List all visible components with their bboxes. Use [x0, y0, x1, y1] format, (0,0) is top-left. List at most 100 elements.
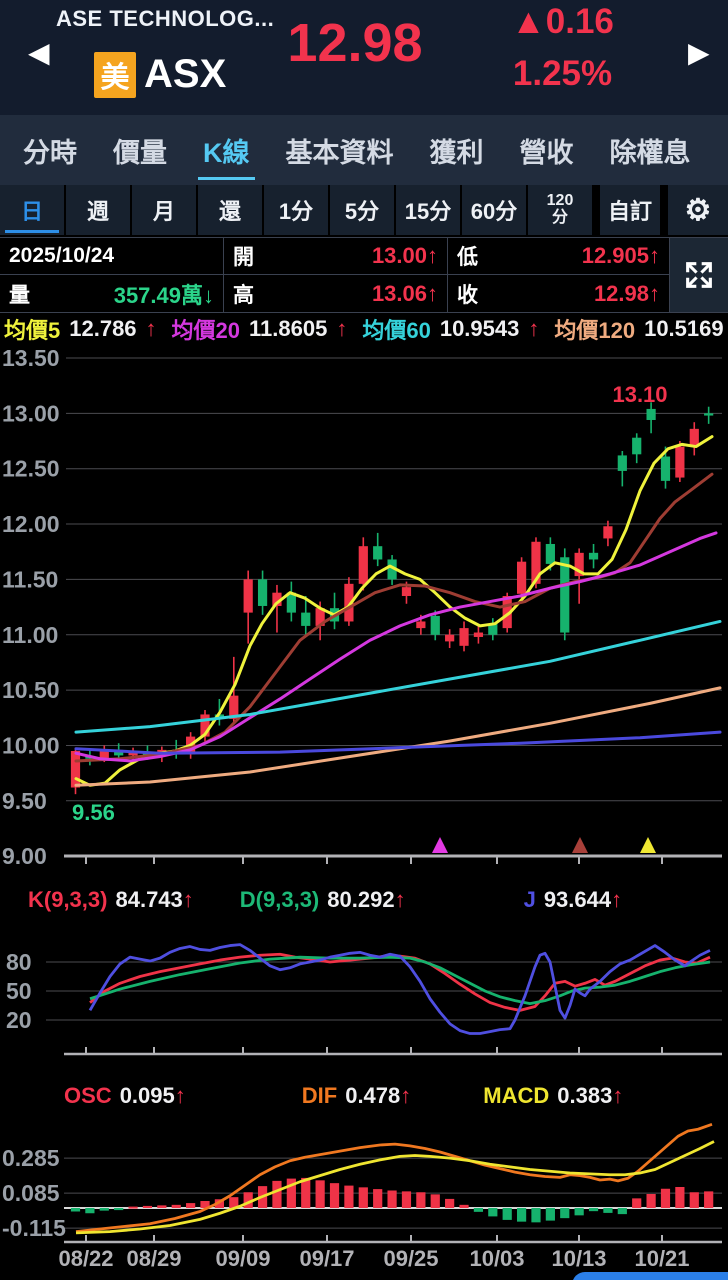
- macd-value: 0.383↑: [557, 1083, 624, 1108]
- kd-legend: K(9,3,3) 84.743↑ D(9,3,3) 80.292↑ J 93.6…: [0, 884, 728, 916]
- d-label: D(9,3,3): [239, 887, 320, 912]
- stock-app: ◀ ASE TECHNOLOG... 美 ASX 12.98 ▲0.16 1.2…: [0, 0, 728, 1280]
- high-label: 高: [233, 283, 254, 307]
- svg-text:13.50: 13.50: [2, 345, 60, 371]
- price-change: ▲0.16: [511, 2, 614, 41]
- ticker-name: ASE TECHNOLOG...: [56, 6, 275, 31]
- osc-label: OSC: [64, 1083, 112, 1108]
- period-120-sub: 分: [551, 209, 568, 226]
- k-value: 84.743↑: [115, 887, 194, 912]
- svg-text:09/09: 09/09: [215, 1246, 270, 1271]
- svg-text:0.285: 0.285: [2, 1145, 60, 1171]
- period-120min[interactable]: 120 分: [528, 185, 592, 235]
- period-bar: 日 週 月 還 1分 5分 15分 60分 120 分 自訂 ⚙: [0, 185, 728, 235]
- quote-header: ◀ ASE TECHNOLOG... 美 ASX 12.98 ▲0.16 1.2…: [0, 0, 728, 115]
- expand-chart-button[interactable]: [670, 238, 728, 312]
- bottom-action-button[interactable]: [572, 1272, 728, 1280]
- svg-text:10.00: 10.00: [2, 732, 60, 758]
- ma5-arrow: ↑: [145, 316, 157, 341]
- macd-legend: OSC 0.095↑ DIF 0.478↑ MACD 0.383↑: [0, 1080, 728, 1112]
- svg-text:09/25: 09/25: [383, 1246, 438, 1271]
- period-restore[interactable]: 還: [198, 185, 262, 235]
- svg-text:10.50: 10.50: [2, 677, 60, 703]
- period-60min[interactable]: 60分: [462, 185, 526, 235]
- period-5min[interactable]: 5分: [330, 185, 394, 235]
- price-change-percent: 1.25%: [512, 54, 613, 93]
- ma-legend: 均價5 12.786 ↑ 均價20 11.8605 ↑ 均價60 10.9543 ↑ …: [0, 313, 728, 345]
- low-cell: 低 12.905↑: [448, 238, 670, 275]
- tab-kline[interactable]: K線: [198, 115, 255, 185]
- market-badge: 美: [94, 52, 136, 98]
- next-stock-arrow-icon[interactable]: ▶: [688, 36, 710, 69]
- close-value: 12.98↑: [593, 280, 660, 306]
- gear-icon: ⚙: [684, 193, 712, 227]
- low-value: 12.905↑: [581, 243, 660, 268]
- ma120-label: 均價120: [554, 318, 636, 343]
- k-label: K(9,3,3): [28, 887, 108, 912]
- quote-date: 2025/10/24: [9, 244, 115, 267]
- dif-label: DIF: [301, 1083, 338, 1108]
- svg-text:50: 50: [6, 978, 32, 1004]
- quote-date-cell: 2025/10/24: [0, 238, 224, 275]
- last-price: 12.98: [287, 13, 423, 73]
- period-day[interactable]: 日: [0, 185, 64, 235]
- close-cell: 收 12.98↑: [448, 275, 670, 312]
- low-label: 低: [457, 246, 478, 269]
- ma60-arrow: ↑: [528, 316, 540, 341]
- svg-text:10/21: 10/21: [634, 1246, 689, 1271]
- j-label: J: [523, 887, 536, 912]
- macd-label: MACD: [483, 1083, 550, 1108]
- period-1min[interactable]: 1分: [264, 185, 328, 235]
- svg-text:11.00: 11.00: [2, 622, 58, 648]
- ma20-label: 均價20: [171, 318, 241, 343]
- ticker-symbol: ASX: [144, 52, 227, 96]
- tab-earnings[interactable]: 獲利: [425, 115, 489, 185]
- ma5-value: 12.786: [69, 316, 137, 341]
- osc-value: 0.095↑: [119, 1083, 186, 1108]
- quote-grid: 2025/10/24 開 13.00↑ 低 12.905↑ 量 357.49萬↓…: [0, 237, 728, 313]
- prev-stock-arrow-icon[interactable]: ◀: [28, 36, 50, 69]
- svg-text:10/13: 10/13: [551, 1246, 606, 1271]
- svg-text:-0.115: -0.115: [2, 1215, 66, 1241]
- period-120-label: 120: [546, 192, 574, 210]
- main-tab-bar: 分時 價量 K線 基本資料 獲利 營收 除權息: [0, 115, 728, 185]
- ma20-arrow: ↑: [336, 316, 348, 341]
- svg-text:08/22: 08/22: [58, 1246, 113, 1271]
- close-label: 收: [457, 283, 478, 307]
- tab-revenue[interactable]: 營收: [515, 115, 579, 185]
- open-label: 開: [233, 246, 254, 269]
- ma60-value: 10.9543: [439, 316, 520, 341]
- open-value: 13.00↑: [371, 243, 438, 268]
- d-value: 80.292↑: [327, 887, 406, 912]
- svg-text:11.50: 11.50: [2, 566, 58, 592]
- svg-text:09/17: 09/17: [299, 1246, 354, 1271]
- ma60-label: 均價60: [362, 318, 431, 343]
- dif-value: 0.478↑: [345, 1083, 412, 1108]
- svg-text:9.56: 9.56: [72, 800, 115, 825]
- settings-button[interactable]: ⚙: [668, 185, 728, 235]
- svg-text:13.00: 13.00: [2, 400, 60, 426]
- high-cell: 高 13.06↑: [224, 275, 448, 312]
- ma120-value: 10.5169: [644, 316, 724, 341]
- open-cell: 開 13.00↑: [224, 238, 448, 275]
- volume-value: 357.49萬↓: [113, 282, 214, 308]
- j-value: 93.644↑: [543, 887, 623, 912]
- svg-text:08/29: 08/29: [126, 1246, 181, 1271]
- period-month[interactable]: 月: [132, 185, 196, 235]
- period-week[interactable]: 週: [66, 185, 130, 235]
- volume-cell: 量 357.49萬↓: [0, 275, 224, 312]
- svg-text:9.00: 9.00: [2, 843, 47, 869]
- svg-text:80: 80: [6, 949, 32, 975]
- tab-price-volume[interactable]: 價量: [108, 115, 172, 185]
- svg-text:13.10: 13.10: [612, 382, 667, 407]
- tab-fundamentals[interactable]: 基本資料: [281, 115, 399, 185]
- period-custom[interactable]: 自訂: [600, 185, 660, 235]
- high-value: 13.06↑: [371, 280, 438, 306]
- ma20-value: 11.8605: [249, 316, 328, 341]
- volume-label: 量: [9, 283, 30, 307]
- svg-text:12.00: 12.00: [2, 511, 60, 537]
- tab-intraday[interactable]: 分時: [18, 115, 82, 185]
- tab-ex-dividend[interactable]: 除權息: [605, 115, 696, 185]
- period-15min[interactable]: 15分: [396, 185, 460, 235]
- charts-canvas[interactable]: 13.50 13.00 12.50 12.00 11.50 11.00 10.50 10.00…: [0, 345, 728, 1280]
